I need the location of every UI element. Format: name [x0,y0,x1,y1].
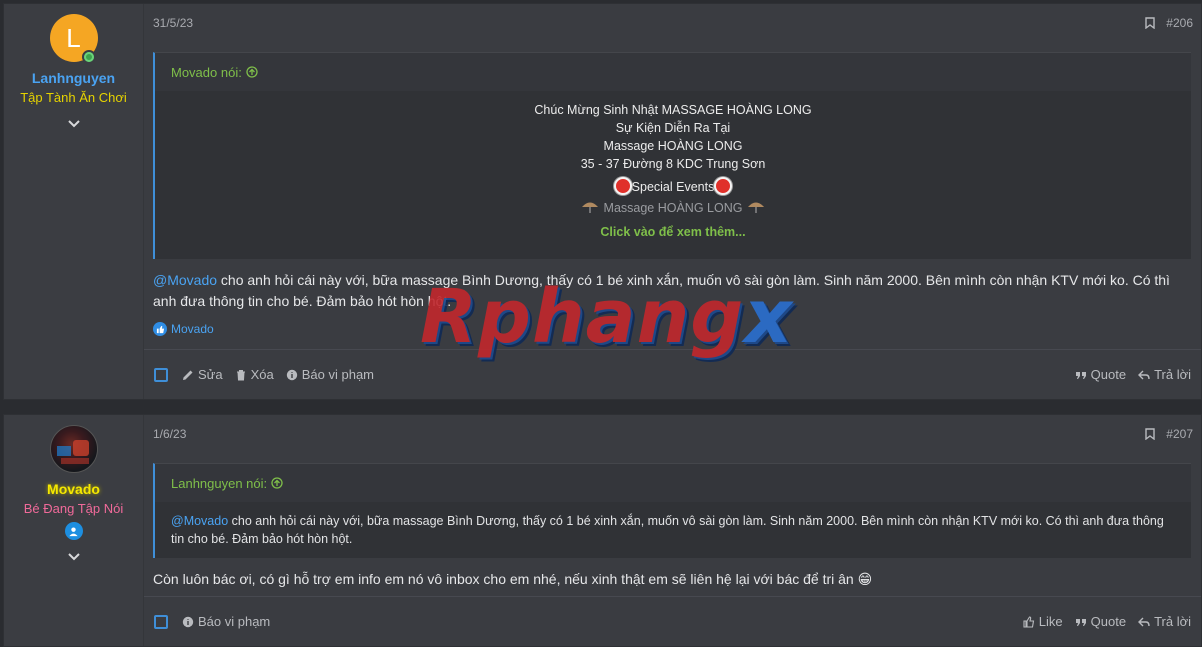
report-button[interactable]: Báo vi phạm [182,614,270,629]
chevron-down-icon[interactable] [66,115,82,131]
delete-button[interactable]: Xóa [235,367,274,382]
user-info: Movado Bé Đang Tập Nói [4,415,144,646]
stop-sign-icon [613,177,632,195]
quote-body: @Movado cho anh hỏi cái này với, bữa mas… [155,502,1191,558]
quote-line: Chúc Mừng Sinh Nhật MASSAGE HOÀNG LONG [534,103,812,117]
report-label: Báo vi phạm [198,614,271,629]
quote-icon [1075,371,1086,379]
user-title: Tập Tành Ăn Chơi [20,90,127,105]
user-badge-icon [64,522,83,540]
reply-arrow-icon [1138,617,1150,626]
quote-header[interactable]: Lanhnguyen nói: [155,464,1191,502]
chevron-down-icon[interactable] [66,548,82,564]
quote-text: cho anh hỏi cái này với, bữa massage Bìn… [171,514,1164,546]
right-actions: Like Quote Trả lời [1011,614,1191,629]
select-checkbox[interactable] [154,367,168,382]
quote-line: Special Events [631,180,715,194]
bookmark-icon[interactable] [1144,17,1156,29]
quote-label: Quote [1090,614,1127,629]
reply-button[interactable]: Trả lời [1138,367,1191,382]
report-button[interactable]: Báo vi phạm [286,367,374,382]
avatar-letter: L [66,22,81,53]
user-title: Bé Đang Tập Nói [23,501,124,516]
post-meta: #206 [1144,16,1193,30]
reply-arrow-icon [1138,370,1150,379]
quote-line: 35 - 37 Đường 8 KDC Trung Sơn [580,157,766,171]
username[interactable]: Movado [47,481,100,497]
right-actions: Quote Trả lời [1063,367,1191,382]
quote-line: Massage HOÀNG LONG [603,201,743,215]
like-button[interactable]: Like [1023,614,1063,629]
post-number[interactable]: #207 [1166,427,1193,441]
quote-header[interactable]: Movado nói: [155,53,1191,91]
post-content: 1/6/23 #207 Lanhnguyen nói: @Movado cho … [144,415,1201,646]
post-date[interactable]: 31/5/23 [153,16,193,30]
post-date[interactable]: 1/6/23 [153,427,186,441]
special-events-line: Special Events [171,177,1175,196]
stop-sign-icon [714,177,733,195]
post-actions: Báo vi phạm Like Quote Trả lời [144,596,1201,646]
trash-icon [236,369,245,380]
post-206: L Lanhnguyen Tập Tành Ăn Chơi 31/5/23 #2… [3,3,1202,400]
post-207: Movado Bé Đang Tập Nói 1/6/23 #207 Lanhn… [3,414,1202,647]
reply-label: Trả lời [1154,614,1191,629]
username[interactable]: Lanhnguyen [32,70,115,86]
post-actions: Sửa Xóa Báo vi phạm Quote Trả lời [144,349,1201,399]
avatar-detail [72,440,89,456]
avatar[interactable] [49,425,98,473]
message-text: cho anh hỏi cái này với, bữa massage Bìn… [153,272,1170,309]
umbrella-icon [747,202,764,213]
quote-button[interactable]: Quote [1075,614,1126,629]
report-label: Báo vi phạm [301,367,375,382]
reply-label: Trả lời [1154,367,1191,382]
delete-label: Xóa [250,367,274,382]
edit-label: Sửa [198,367,223,382]
quote-icon [1075,618,1086,626]
post-message: Còn luôn bác ơi, có gì hỗ trợ em info em… [153,571,873,587]
quote-author[interactable]: Lanhnguyen nói: [171,476,267,491]
bookmark-icon[interactable] [1144,428,1156,440]
quote-block: Lanhnguyen nói: @Movado cho anh hỏi cái … [153,463,1191,558]
quote-content: Chúc Mừng Sinh Nhật MASSAGE HOÀNG LONG S… [171,101,1175,241]
post-meta: #207 [1144,427,1193,441]
online-status-icon [81,50,96,64]
thumbs-up-icon [1023,615,1034,628]
info-circle-icon [286,369,297,380]
faded-line: Massage HOÀNG LONG [171,199,1175,217]
info-circle-icon [182,616,194,627]
quote-label: Quote [1090,367,1127,382]
quote-line: Sự Kiện Diễn Ra Tại [615,121,731,135]
pencil-icon [183,370,193,380]
reply-button[interactable]: Trả lời [1138,614,1191,629]
arrow-up-circle-icon[interactable] [271,477,283,489]
mention-link[interactable]: @Movado [153,272,217,288]
edit-button[interactable]: Sửa [182,367,223,382]
select-checkbox[interactable] [154,614,168,629]
user-info: L Lanhnguyen Tập Tành Ăn Chơi [4,4,144,399]
post-message: @Movado cho anh hỏi cái này với, bữa mas… [153,270,1181,312]
quote-line: Massage HOÀNG LONG [603,139,743,153]
arrow-up-circle-icon[interactable] [246,66,258,78]
umbrella-icon [582,202,599,213]
reaction-user[interactable]: Movado [171,322,214,336]
like-label: Like [1038,614,1063,629]
mention-link[interactable]: @Movado [171,514,228,528]
quote-block: Movado nói: Chúc Mừng Sinh Nhật MASSAGE … [153,52,1191,259]
quote-author[interactable]: Movado nói: [171,65,242,80]
avatar[interactable]: L [49,14,98,64]
quote-button[interactable]: Quote [1075,367,1126,382]
reactions-bar[interactable]: Movado [153,322,214,336]
avatar-detail [56,446,71,456]
quote-body: Chúc Mừng Sinh Nhật MASSAGE HOÀNG LONG S… [155,91,1191,259]
like-reaction-icon [153,322,167,336]
post-content: 31/5/23 #206 Movado nói: Chúc Mừng Sinh … [144,4,1201,399]
avatar-detail [60,458,89,464]
click-to-expand-link[interactable]: Click vào để xem thêm... [171,223,1175,241]
post-number[interactable]: #206 [1166,16,1193,30]
